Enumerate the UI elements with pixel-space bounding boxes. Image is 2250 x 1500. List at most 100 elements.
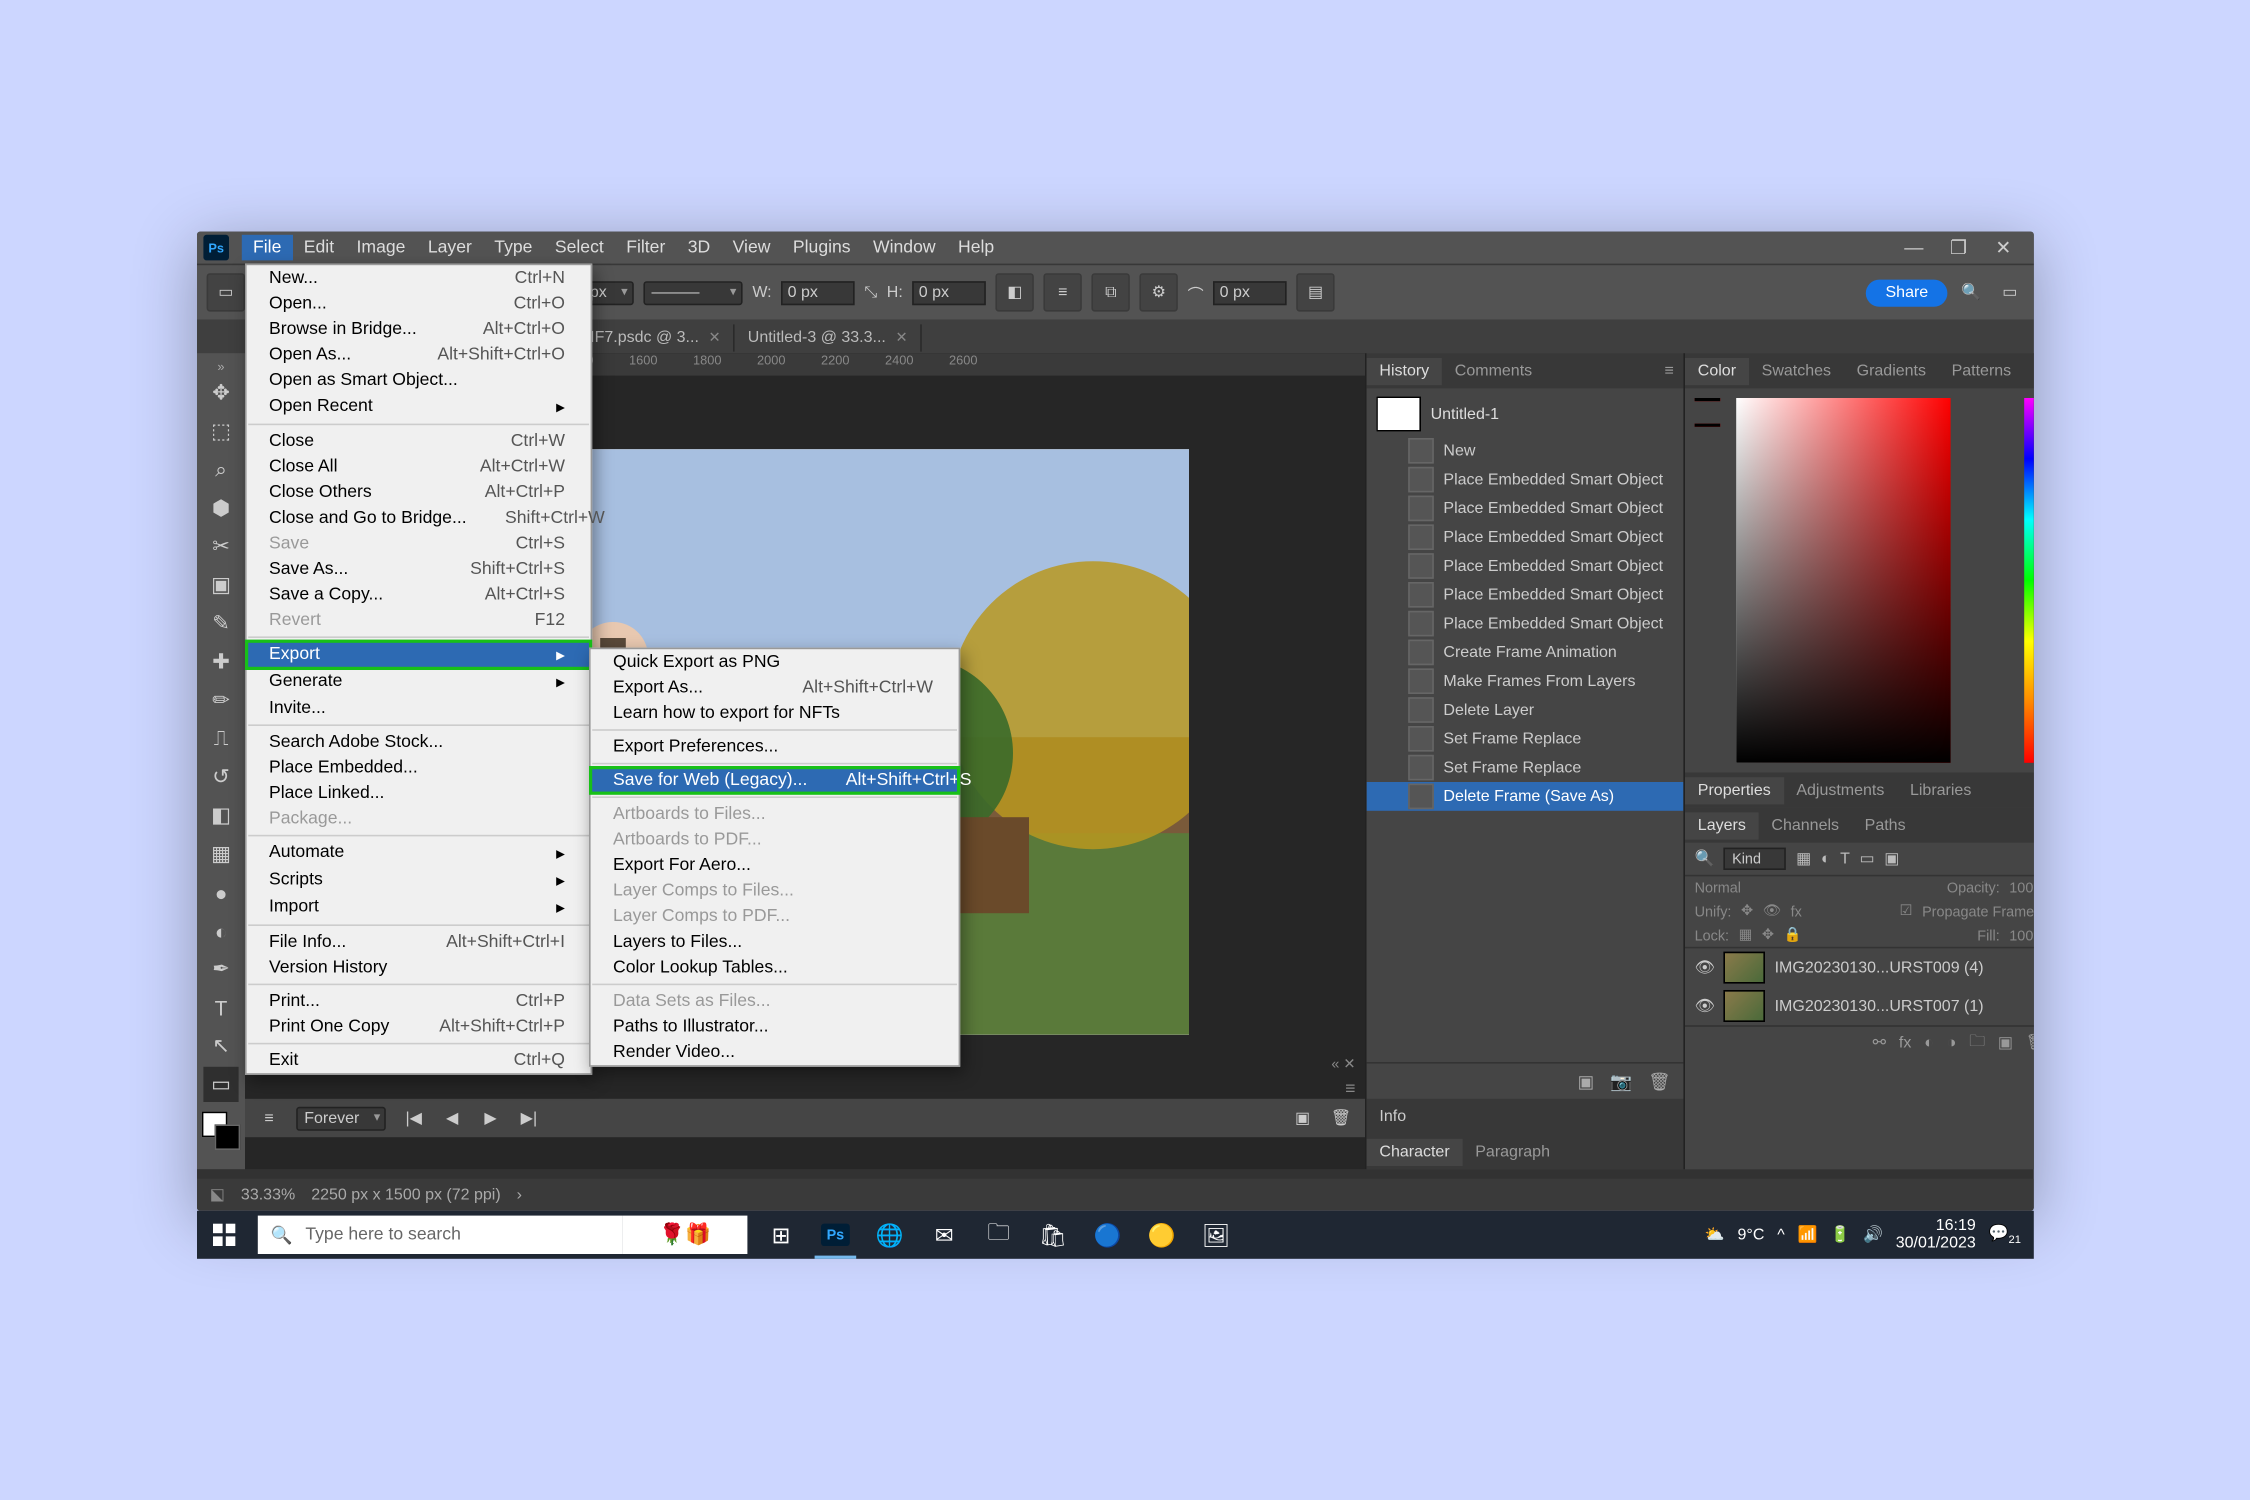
notification-icon[interactable]: 💬21 xyxy=(1989,1224,2021,1245)
unify-visibility-icon[interactable]: 👁 xyxy=(1763,902,1781,920)
fill-value[interactable]: 100% xyxy=(2009,927,2033,943)
history-step[interactable]: Create Frame Animation xyxy=(1367,638,1684,667)
libraries-tab[interactable]: Libraries xyxy=(1897,776,1984,803)
export-menu-item-14[interactable]: Color Lookup Tables... xyxy=(591,955,959,981)
taskbar-edge[interactable]: 🌐 xyxy=(863,1211,917,1259)
file-menu-item-5[interactable]: Open Recent▸ xyxy=(247,393,591,420)
file-menu-item-22[interactable]: Place Linked... xyxy=(247,780,591,806)
type-tool[interactable]: T xyxy=(203,990,238,1025)
history-step[interactable]: Place Embedded Smart Object xyxy=(1367,552,1684,581)
menu-filter[interactable]: Filter xyxy=(615,235,677,261)
panel-menu-icon[interactable]: ≡ xyxy=(2024,776,2034,803)
eraser-tool[interactable]: ◧ xyxy=(203,798,238,833)
swatches-tab[interactable]: Swatches xyxy=(1749,357,1844,384)
adjustment-icon[interactable]: ◑ xyxy=(1947,1034,1957,1052)
camera-icon[interactable]: 📷 xyxy=(1610,1071,1632,1092)
height-field[interactable]: 0 px xyxy=(912,280,986,304)
next-frame-icon[interactable]: ▶| xyxy=(518,1109,540,1127)
file-menu-item-30[interactable]: Version History xyxy=(247,955,591,981)
taskbar-search[interactable]: 🔍 Type here to search xyxy=(258,1216,623,1254)
taskbar-chrome[interactable]: 🟡 xyxy=(1135,1211,1189,1259)
file-menu-item-27[interactable]: Import▸ xyxy=(247,894,591,921)
export-menu-item-4[interactable]: Export Preferences... xyxy=(591,734,959,760)
object-select-tool[interactable]: ⬢ xyxy=(203,491,238,526)
foreground-swatch[interactable] xyxy=(1695,398,1721,401)
trash-icon[interactable]: 🗑 xyxy=(1648,1071,1670,1092)
arrange-icon[interactable]: ⧉ xyxy=(1092,273,1130,311)
tray-battery-icon[interactable]: 🔋 xyxy=(1830,1226,1850,1244)
tray-wifi-icon[interactable]: 📶 xyxy=(1798,1226,1818,1244)
file-menu-item-7[interactable]: CloseCtrl+W xyxy=(247,428,591,454)
file-menu-item-29[interactable]: File Info...Alt+Shift+Ctrl+I xyxy=(247,929,591,955)
marquee-tool[interactable]: ⬚ xyxy=(203,414,238,449)
file-menu-item-25[interactable]: Automate▸ xyxy=(247,840,591,867)
history-step[interactable]: New xyxy=(1367,436,1684,465)
file-menu-item-10[interactable]: Close and Go to Bridge...Shift+Ctrl+W xyxy=(247,505,591,531)
paths-tab[interactable]: Paths xyxy=(1852,812,1919,839)
window-close-icon[interactable]: ✕ xyxy=(1992,236,2014,258)
file-menu-item-35[interactable]: ExitCtrl+Q xyxy=(247,1048,591,1074)
filter-smart-icon[interactable]: ▣ xyxy=(1884,850,1899,868)
loop-select[interactable]: Forever xyxy=(296,1106,386,1130)
panel-menu-icon[interactable]: ≡ xyxy=(2024,812,2034,839)
export-menu-item-2[interactable]: Learn how to export for NFTs xyxy=(591,700,959,726)
history-step[interactable]: Place Embedded Smart Object xyxy=(1367,494,1684,523)
taskbar-app-a[interactable]: 🔵 xyxy=(1080,1211,1134,1259)
menu-3d[interactable]: 3D xyxy=(677,235,722,261)
tray-chevron-icon[interactable]: ^ xyxy=(1777,1226,1785,1244)
history-step[interactable]: Place Embedded Smart Object xyxy=(1367,523,1684,552)
propagate-check[interactable]: ☑ xyxy=(1900,902,1913,920)
file-menu-item-21[interactable]: Place Embedded... xyxy=(247,755,591,781)
tool-preset-icon[interactable]: ▭ xyxy=(207,273,245,311)
clone-tool[interactable]: ⎍ xyxy=(203,721,238,756)
search-highlight[interactable]: 🌹🎁 xyxy=(623,1216,748,1254)
background-swatch[interactable] xyxy=(1695,424,1721,427)
export-menu-item-18[interactable]: Render Video... xyxy=(591,1040,959,1066)
path-select-tool[interactable]: ↖ xyxy=(203,1028,238,1063)
play-icon[interactable]: ▶ xyxy=(479,1109,501,1127)
menu-edit[interactable]: Edit xyxy=(293,235,346,261)
file-menu-item-13[interactable]: Save a Copy...Alt+Ctrl+S xyxy=(247,582,591,608)
unify-position-icon[interactable]: ✥ xyxy=(1741,902,1753,920)
history-step[interactable]: Set Frame Replace xyxy=(1367,724,1684,753)
history-step[interactable]: Set Frame Replace xyxy=(1367,753,1684,782)
link-wh-icon[interactable]: ⤡ xyxy=(864,284,877,302)
export-menu-item-10[interactable]: Export For Aero... xyxy=(591,852,959,878)
menu-select[interactable]: Select xyxy=(544,235,615,261)
file-menu-item-0[interactable]: New...Ctrl+N xyxy=(247,265,591,291)
file-menu-item-8[interactable]: Close AllAlt+Ctrl+W xyxy=(247,454,591,480)
new-frame-icon[interactable]: ▣ xyxy=(1291,1109,1313,1127)
frame-tool[interactable]: ▣ xyxy=(203,568,238,603)
history-step[interactable]: Place Embedded Smart Object xyxy=(1367,465,1684,494)
taskbar-clock[interactable]: 16:19 30/01/2023 xyxy=(1896,1217,1976,1252)
menu-layer[interactable]: Layer xyxy=(417,235,483,261)
lock-pixels-icon[interactable]: ▦ xyxy=(1739,926,1753,944)
delete-frame-icon[interactable]: 🗑 xyxy=(1330,1109,1352,1127)
gradients-tab[interactable]: Gradients xyxy=(1844,357,1939,384)
weather-icon[interactable]: ⛅ xyxy=(1705,1226,1725,1244)
taskbar-explorer[interactable]: 🗀 xyxy=(971,1211,1025,1259)
file-menu-item-2[interactable]: Browse in Bridge...Alt+Ctrl+O xyxy=(247,316,591,342)
history-step[interactable]: Delete Frame (Save As) xyxy=(1367,782,1684,811)
filter-adjust-icon[interactable]: ◐ xyxy=(1821,850,1831,868)
window-minimize-icon[interactable]: — xyxy=(1903,236,1925,258)
filter-kind-select[interactable]: Kind xyxy=(1724,848,1786,870)
visibility-icon[interactable]: 👁 xyxy=(1695,959,1714,977)
menu-image[interactable]: Image xyxy=(345,235,416,261)
align-edges-icon[interactable]: ▤ xyxy=(1296,273,1334,311)
fx-icon[interactable]: fx xyxy=(1899,1034,1911,1052)
menu-file[interactable]: File xyxy=(242,235,293,261)
share-button[interactable]: Share xyxy=(1866,279,1947,306)
mask-icon[interactable]: ◐ xyxy=(1924,1034,1934,1052)
layers-tab[interactable]: Layers xyxy=(1685,812,1759,839)
filter-kind-icon[interactable]: 🔍 xyxy=(1695,850,1715,868)
tray-volume-icon[interactable]: 🔊 xyxy=(1863,1226,1883,1244)
close-tab-icon[interactable]: ✕ xyxy=(709,328,721,346)
taskbar-store[interactable]: 🛍 xyxy=(1026,1211,1080,1259)
export-menu-item-13[interactable]: Layers to Files... xyxy=(591,929,959,955)
layer-item-1[interactable]: 👁 IMG20230130...URST007 (1) xyxy=(1685,987,2034,1025)
unify-style-icon[interactable]: fx xyxy=(1791,903,1802,919)
file-menu-item-9[interactable]: Close OthersAlt+Ctrl+P xyxy=(247,480,591,506)
export-menu-item-17[interactable]: Paths to Illustrator... xyxy=(591,1014,959,1040)
close-tab-icon[interactable]: ✕ xyxy=(895,328,907,346)
